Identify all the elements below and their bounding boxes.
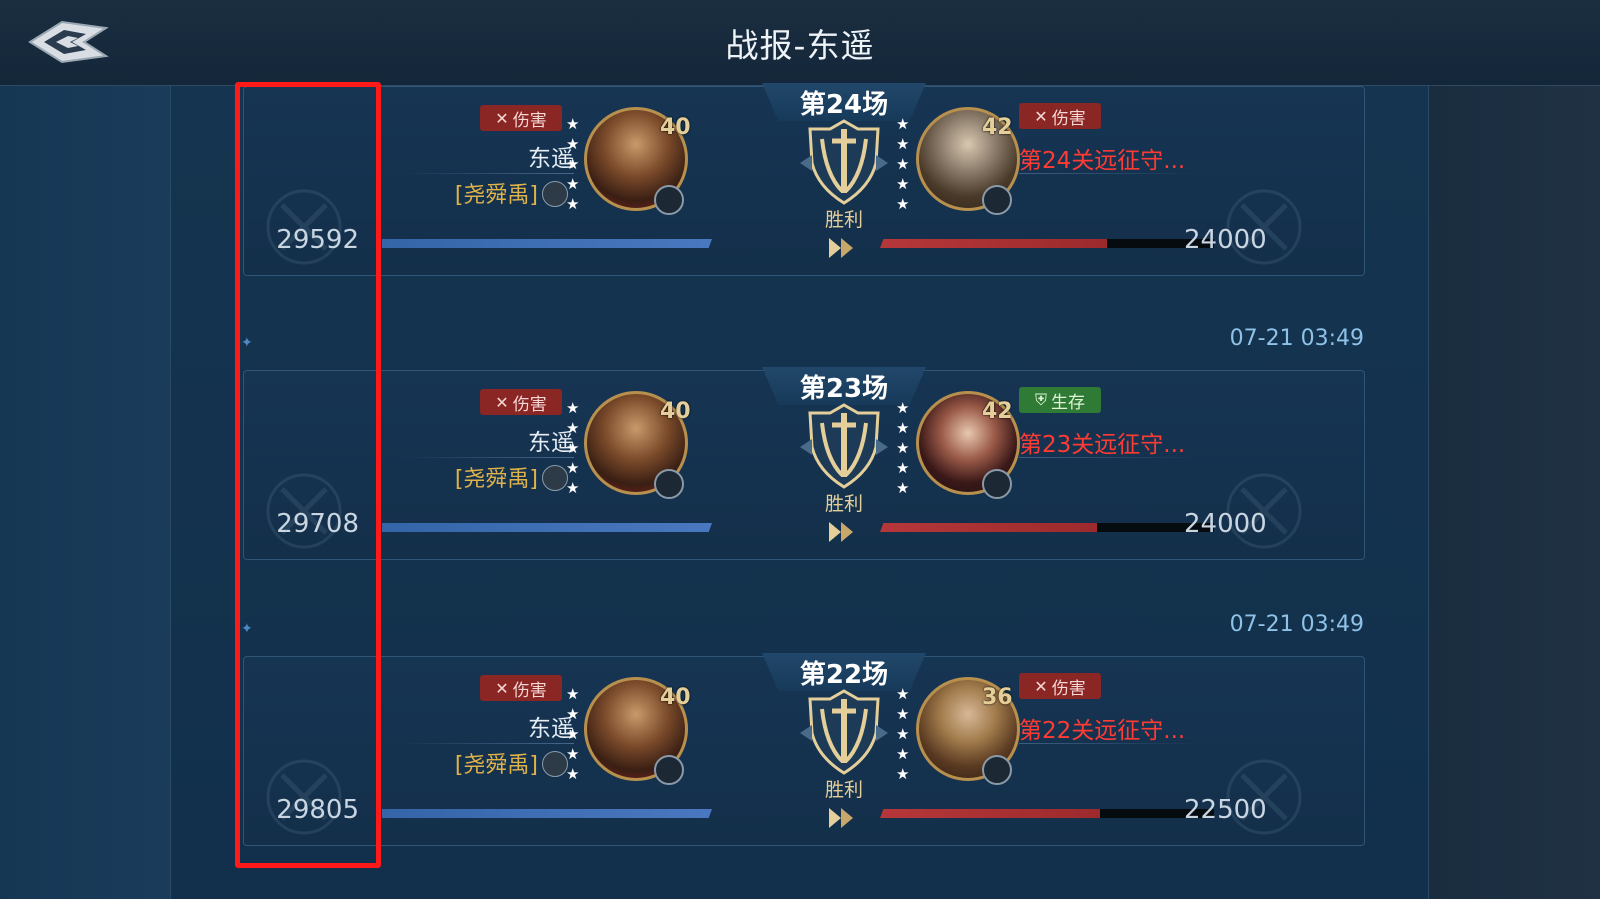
divider (399, 173, 574, 174)
battle-timestamp: 07-21 03:49 (1229, 612, 1364, 637)
star-rating: ★ ★ ★ ★ ★ (566, 685, 580, 783)
divider (399, 743, 574, 744)
fist-icon (982, 469, 1012, 499)
enemy-score: 24000 (1184, 509, 1267, 539)
player-name: 东遥 (528, 430, 574, 456)
role-icon: ⛨ (1034, 390, 1047, 409)
player-score: 29805 (276, 795, 359, 825)
star-rating: ★ ★ ★ ★ ★ (896, 399, 910, 497)
player-level: 40 (660, 115, 691, 140)
player-role-badge: ✕ 伤害 (480, 105, 562, 131)
player-hp-bar (382, 523, 712, 532)
enemy-name: 第22关远征守... (1019, 718, 1186, 744)
faction-icon (542, 751, 568, 777)
player-alliance-tag[interactable]: [尧舜禹] (428, 177, 538, 209)
enemy-score: 22500 (1184, 795, 1267, 825)
player-hp-bar (382, 239, 712, 248)
battle-result-label: 胜利 (824, 493, 863, 515)
replay-icon[interactable] (827, 235, 857, 261)
role-icon: ✕ (1034, 676, 1048, 696)
player-alliance-tag[interactable]: [尧舜禹] (428, 461, 538, 493)
replay-icon[interactable] (827, 519, 857, 545)
player-role-badge: ✕ 伤害 (480, 389, 562, 415)
player-level: 40 (660, 399, 691, 424)
star-rating: ★ ★ ★ ★ ★ (566, 399, 580, 497)
cavalry-icon (654, 185, 684, 215)
battle-timestamp: 07-21 03:49 (1229, 326, 1364, 351)
crossed-swords-icon: ✕ (495, 108, 509, 128)
star-rating: ★ ★ ★ ★ ★ (566, 115, 580, 213)
sparkle-icon: ✦ (241, 335, 253, 351)
replay-icon[interactable] (827, 805, 857, 831)
battle-result-label: 胜利 (824, 209, 863, 231)
divider (1019, 457, 1199, 458)
divider (1019, 743, 1199, 744)
enemy-level: 42 (982, 399, 1013, 424)
victory-shield-icon (800, 689, 888, 775)
right-side-panel (1428, 86, 1600, 899)
battle-result-label: 胜利 (824, 779, 863, 801)
star-rating: ★ ★ ★ ★ ★ (896, 115, 910, 213)
crossed-swords-icon: ✕ (495, 678, 509, 698)
enemy-level: 42 (982, 115, 1013, 140)
player-score: 29708 (276, 509, 359, 539)
enemy-level: 36 (982, 685, 1013, 710)
enemy-hp-bar (880, 523, 1214, 532)
page-title: 战报-东遥 (725, 26, 875, 65)
divider (399, 457, 574, 458)
player-name: 东遥 (528, 716, 574, 742)
victory-shield-icon (800, 403, 888, 489)
spear-icon (982, 185, 1012, 215)
divider (1019, 173, 1199, 174)
enemy-name: 第23关远征守... (1019, 432, 1186, 458)
spear-icon (982, 755, 1012, 785)
victory-shield-icon (800, 119, 888, 205)
enemy-role-badge: ⛨ 生存 (1019, 387, 1101, 413)
battle-card[interactable]: 第23场 胜利 ✕伤害 东遥 [尧舜禹] ★★★★★ 40 29708 (243, 367, 1365, 560)
cavalry-icon (654, 755, 684, 785)
player-alliance-tag[interactable]: [尧舜禹] (428, 747, 538, 779)
enemy-score: 24000 (1184, 225, 1267, 255)
battle-card[interactable]: 第22场 胜利 ✕伤害 东遥 [尧舜禹] ★★★★★ 40 29805 (243, 653, 1365, 846)
player-hp-bar (382, 809, 712, 818)
cavalry-icon (654, 469, 684, 499)
player-score: 29592 (276, 225, 359, 255)
enemy-role-badge: ✕ 伤害 (1019, 103, 1101, 129)
enemy-name: 第24关远征守... (1019, 148, 1186, 174)
enemy-hp-bar (880, 809, 1214, 818)
role-icon: ✕ (1034, 106, 1048, 126)
faction-icon (542, 465, 568, 491)
player-level: 40 (660, 685, 691, 710)
left-side-panel (0, 86, 170, 899)
top-bar: 战报-东遥 (0, 0, 1600, 86)
faction-icon (542, 181, 568, 207)
battle-card[interactable]: 第24场 胜利 ✕伤害 东遥 [尧舜禹] ★★★★★ 40 29592 (243, 83, 1365, 276)
enemy-role-badge: ✕ 伤害 (1019, 673, 1101, 699)
player-name: 东遥 (528, 146, 574, 172)
player-role-badge: ✕ 伤害 (480, 675, 562, 701)
crossed-swords-icon: ✕ (495, 392, 509, 412)
star-rating: ★ ★ ★ ★ ★ (896, 685, 910, 783)
sparkle-icon: ✦ (241, 621, 253, 637)
enemy-hp-bar (880, 239, 1214, 248)
